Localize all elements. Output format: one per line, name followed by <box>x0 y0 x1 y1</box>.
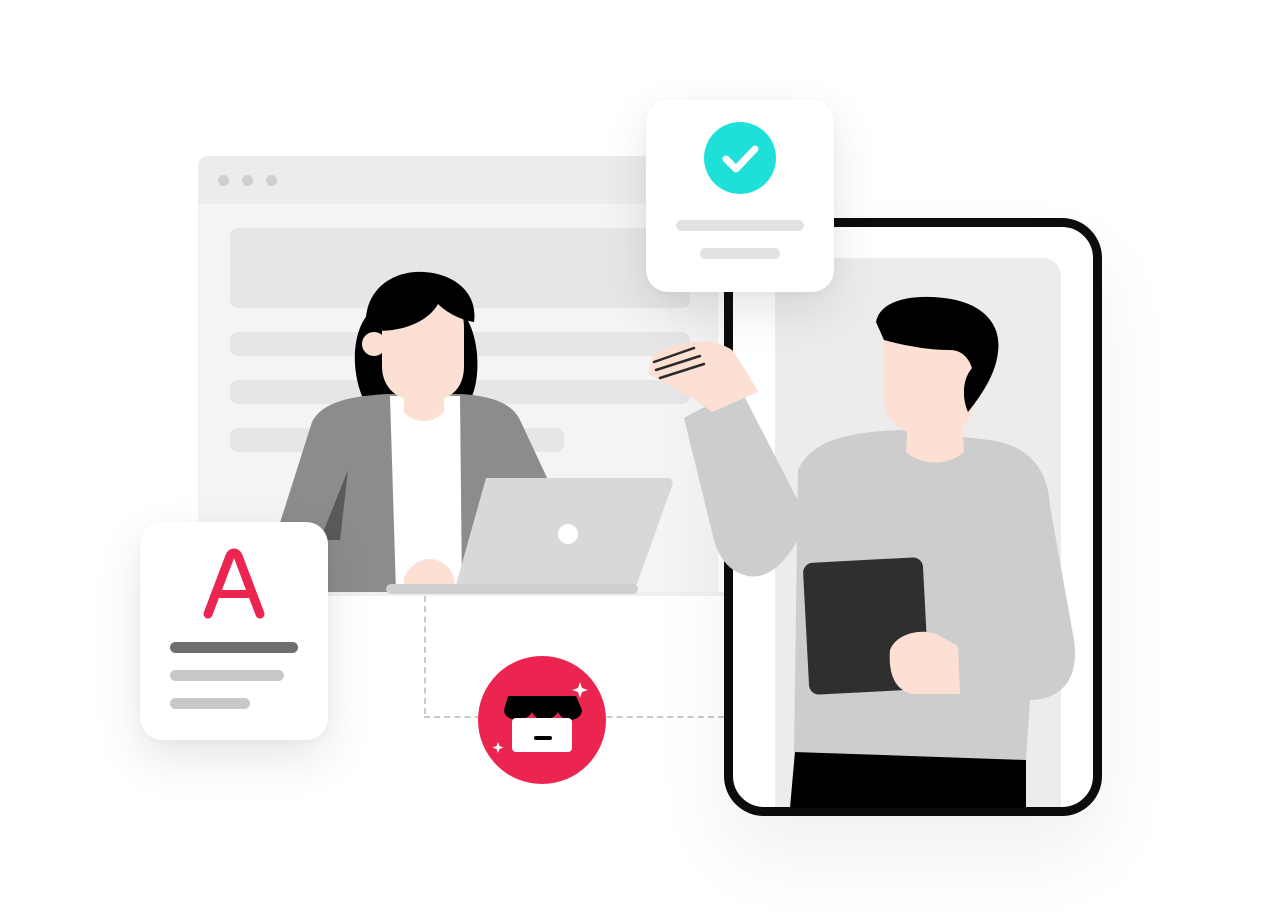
brand-card-line <box>170 698 250 709</box>
brand-card-line <box>170 670 284 681</box>
store-badge <box>478 656 606 784</box>
status-card-line <box>700 248 780 259</box>
man-with-tablet-figure <box>648 296 1076 808</box>
illustration-scene <box>0 0 1280 920</box>
brand-card <box>140 522 328 740</box>
status-card-line <box>676 220 804 231</box>
connector-line-vertical <box>424 596 426 714</box>
man-raised-arm <box>684 388 808 577</box>
check-circle-icon <box>704 122 776 194</box>
browser-title-bar <box>198 156 718 204</box>
window-control-dot <box>218 175 229 186</box>
woman-ear <box>362 332 386 356</box>
window-control-dot <box>266 175 277 186</box>
laptop-base <box>386 584 638 594</box>
window-control-dot <box>242 175 253 186</box>
status-card <box>646 100 834 292</box>
brand-logo-icon <box>202 548 266 620</box>
storefront-icon <box>492 682 588 753</box>
laptop-logo <box>558 524 578 544</box>
brand-card-line <box>170 642 298 653</box>
